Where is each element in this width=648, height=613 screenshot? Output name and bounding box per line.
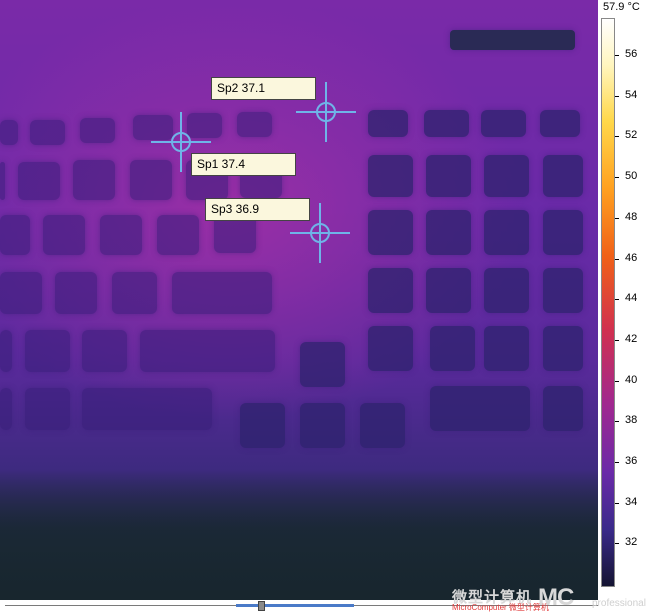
key-shape bbox=[112, 272, 157, 314]
scale-tick-mark bbox=[615, 421, 619, 423]
spot-label-sp1: Sp1 37.4 bbox=[191, 153, 296, 176]
key-shape bbox=[426, 210, 471, 255]
key-shape bbox=[25, 330, 70, 372]
key-shape bbox=[0, 272, 42, 314]
key-shape bbox=[430, 386, 530, 431]
thermal-dark-strip bbox=[450, 30, 575, 50]
scale-tick-label: 38 bbox=[625, 414, 638, 427]
scale-tick-mark bbox=[615, 462, 619, 463]
scale-tick-mark bbox=[615, 299, 619, 301]
scale-tick-label: 46 bbox=[625, 251, 638, 264]
key-shape bbox=[484, 155, 529, 197]
watermark-sub: MicroComputer 微型计算机 bbox=[452, 603, 549, 612]
key-shape bbox=[368, 155, 413, 197]
key-shape bbox=[73, 160, 115, 200]
key-shape bbox=[368, 110, 408, 137]
key-shape bbox=[43, 215, 85, 255]
key-shape bbox=[80, 118, 115, 143]
key-shape bbox=[240, 403, 285, 448]
scale-tick-label: 52 bbox=[625, 129, 638, 142]
scale-tick-label: 44 bbox=[625, 292, 638, 305]
key-shape bbox=[300, 342, 345, 387]
key-shape bbox=[157, 215, 199, 255]
key-shape bbox=[172, 272, 272, 314]
scroll-range[interactable] bbox=[236, 604, 354, 607]
scale-tick-mark bbox=[615, 258, 619, 260]
key-shape bbox=[484, 268, 529, 313]
scale-tick-mark bbox=[615, 502, 619, 504]
scale-tick-label: 48 bbox=[625, 210, 638, 223]
key-shape bbox=[543, 326, 583, 371]
key-shape bbox=[0, 162, 5, 200]
scale-tick-mark bbox=[615, 55, 619, 56]
key-shape bbox=[481, 110, 526, 137]
scale-tick-label: 32 bbox=[625, 536, 638, 549]
thermal-image: Sp2 37.1 Sp1 37.4 Sp3 36.9 bbox=[0, 0, 598, 600]
key-shape bbox=[368, 326, 413, 371]
scale-tick-mark bbox=[615, 339, 619, 341]
scale-tick-label: 34 bbox=[625, 495, 638, 508]
key-shape bbox=[543, 268, 583, 313]
key-shape bbox=[543, 210, 583, 255]
watermark-pro: professional bbox=[592, 598, 646, 609]
desk-area bbox=[0, 470, 598, 600]
scale-tick-mark bbox=[615, 177, 619, 179]
watermark-mc: MC bbox=[538, 584, 574, 611]
key-shape bbox=[426, 155, 471, 197]
scale-tick-label: 56 bbox=[625, 48, 638, 60]
key-shape bbox=[0, 120, 18, 145]
scale-tick-mark bbox=[615, 217, 619, 219]
key-shape bbox=[0, 330, 12, 372]
key-shape bbox=[360, 403, 405, 448]
spot-label-sp2: Sp2 37.1 bbox=[211, 77, 316, 100]
spot-label-sp3: Sp3 36.9 bbox=[205, 198, 310, 221]
key-shape bbox=[430, 326, 475, 371]
scale-tick-label: 54 bbox=[625, 88, 638, 101]
key-shape bbox=[300, 403, 345, 448]
key-shape bbox=[368, 268, 413, 313]
key-shape bbox=[484, 210, 529, 255]
scale-tick-mark bbox=[615, 95, 619, 97]
key-shape bbox=[426, 268, 471, 313]
key-shape bbox=[0, 215, 30, 255]
scale-tick-mark bbox=[615, 543, 619, 545]
scale-tick-label: 36 bbox=[625, 455, 638, 467]
key-shape bbox=[100, 215, 142, 255]
key-shape bbox=[543, 386, 583, 431]
key-shape bbox=[424, 110, 469, 137]
scale-tick-label: 42 bbox=[625, 332, 638, 345]
key-shape bbox=[0, 388, 12, 430]
scale-tick-label: 50 bbox=[625, 170, 638, 183]
key-shape bbox=[543, 155, 583, 197]
watermark-logo: 微型计算机 MicroComputer 微型计算机 MC professiona… bbox=[452, 584, 648, 612]
key-shape bbox=[55, 272, 97, 314]
key-shape bbox=[18, 162, 60, 200]
key-shape bbox=[82, 330, 127, 372]
scroll-thumb[interactable] bbox=[258, 601, 265, 611]
key-shape bbox=[140, 330, 275, 372]
key-shape bbox=[368, 210, 413, 255]
key-shape bbox=[484, 326, 529, 371]
key-shape bbox=[30, 120, 65, 145]
scale-tick-mark bbox=[615, 380, 619, 382]
key-shape bbox=[540, 110, 580, 137]
key-shape bbox=[237, 112, 272, 137]
scale-max-label: 57.9 °C bbox=[603, 1, 640, 13]
key-shape bbox=[82, 388, 212, 430]
key-shape bbox=[25, 388, 70, 430]
scale-tick-label: 40 bbox=[625, 373, 638, 386]
temperature-scale-bar bbox=[601, 18, 615, 587]
scale-tick-mark bbox=[615, 136, 619, 138]
